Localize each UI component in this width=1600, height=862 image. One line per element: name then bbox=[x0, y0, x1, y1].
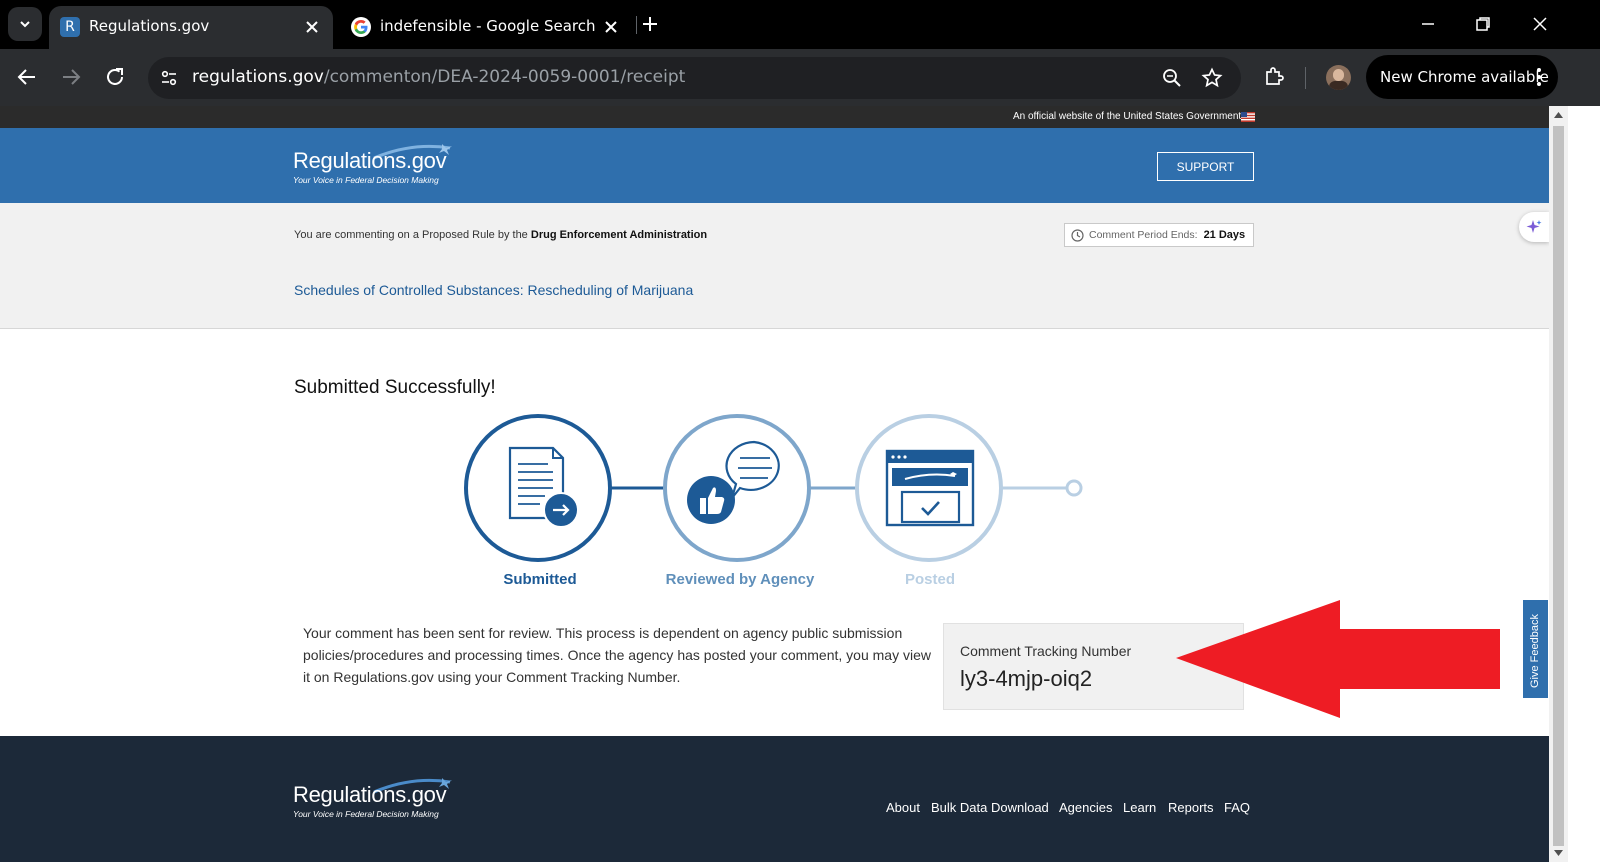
tab-divider bbox=[636, 16, 637, 34]
step-posted-icon bbox=[855, 414, 1003, 562]
google-favicon-icon bbox=[351, 17, 371, 37]
scroll-up-arrow-icon[interactable] bbox=[1554, 112, 1563, 118]
tab-title: Regulations.gov bbox=[89, 17, 210, 35]
give-feedback-tab[interactable]: Give Feedback bbox=[1523, 600, 1548, 698]
window-edge bbox=[1568, 106, 1600, 862]
footer-link-agencies[interactable]: Agencies bbox=[1059, 800, 1112, 815]
page-viewport: An official website of the United States… bbox=[0, 106, 1549, 862]
step-label-posted: Posted bbox=[904, 571, 955, 588]
url-text: regulations.gov/commenton/DEA-2024-0059-… bbox=[192, 67, 686, 87]
step-label-reviewed: Reviewed by Agency bbox=[665, 571, 815, 588]
profile-avatar[interactable] bbox=[1326, 65, 1351, 90]
address-bar[interactable]: regulations.gov/commenton/DEA-2024-0059-… bbox=[148, 57, 1241, 99]
scroll-down-arrow-icon[interactable] bbox=[1554, 850, 1563, 856]
restore-icon[interactable] bbox=[1473, 14, 1493, 34]
reload-icon[interactable] bbox=[102, 64, 128, 90]
regulations-favicon-icon: R bbox=[60, 17, 80, 37]
window-close-icon[interactable] bbox=[1530, 14, 1550, 34]
browser-toolbar: regulations.gov/commenton/DEA-2024-0059-… bbox=[0, 49, 1600, 106]
footer-link-learn[interactable]: Learn bbox=[1123, 800, 1156, 815]
kebab-menu-icon[interactable] bbox=[1536, 67, 1542, 87]
close-icon[interactable] bbox=[303, 18, 321, 36]
tab-google-search[interactable]: indefensible - Google Search bbox=[340, 6, 632, 49]
tab-regulations[interactable]: R Regulations.gov bbox=[49, 6, 333, 49]
toolbar-divider bbox=[1305, 67, 1306, 89]
close-icon[interactable] bbox=[602, 18, 620, 36]
tracking-number-value: ly3-4mjp-oiq2 bbox=[960, 666, 1093, 691]
step-submitted-icon bbox=[464, 414, 612, 562]
tracking-number-label: Comment Tracking Number bbox=[960, 643, 1132, 659]
footer-link-reports[interactable]: Reports bbox=[1168, 800, 1214, 815]
step-label-submitted: Submitted bbox=[503, 571, 577, 588]
footer-link-faq[interactable]: FAQ bbox=[1224, 800, 1250, 815]
logo-tagline: Your Voice in Federal Decision Making bbox=[293, 809, 439, 819]
minimize-icon[interactable] bbox=[1418, 14, 1438, 34]
tab-search-button[interactable] bbox=[8, 7, 42, 41]
bookmark-star-icon[interactable] bbox=[1201, 67, 1223, 89]
new-chrome-available-button[interactable]: New Chrome available bbox=[1366, 55, 1558, 99]
back-arrow-icon[interactable] bbox=[14, 64, 40, 90]
page-scrollbar[interactable] bbox=[1549, 106, 1568, 862]
step-end-node bbox=[1065, 479, 1083, 497]
scrollbar-thumb[interactable] bbox=[1553, 126, 1564, 846]
site-info-icon[interactable] bbox=[160, 69, 178, 87]
new-tab-plus-icon[interactable] bbox=[640, 14, 660, 34]
step-reviewed-icon bbox=[663, 414, 811, 562]
sparkle-icon bbox=[1526, 220, 1542, 233]
forward-arrow-icon[interactable] bbox=[58, 64, 84, 90]
ai-assistant-button[interactable] bbox=[1519, 212, 1549, 242]
red-annotation-arrow-icon bbox=[1176, 600, 1500, 718]
chevron-down-icon bbox=[20, 21, 30, 28]
footer-link-about[interactable]: About bbox=[886, 800, 920, 815]
review-description: Your comment has been sent for review. T… bbox=[303, 625, 931, 685]
tab-strip: R Regulations.gov indefensible - Google … bbox=[0, 0, 1600, 49]
footer-link-bulk-data[interactable]: Bulk Data Download bbox=[931, 800, 1049, 815]
tab-title: indefensible - Google Search bbox=[380, 17, 596, 35]
extensions-puzzle-icon[interactable] bbox=[1262, 65, 1286, 89]
logo-name: Regulations.gov bbox=[293, 782, 447, 807]
site-footer: Regulations.gov Your Voice in Federal De… bbox=[0, 736, 1549, 862]
zoom-icon[interactable] bbox=[1161, 67, 1183, 89]
